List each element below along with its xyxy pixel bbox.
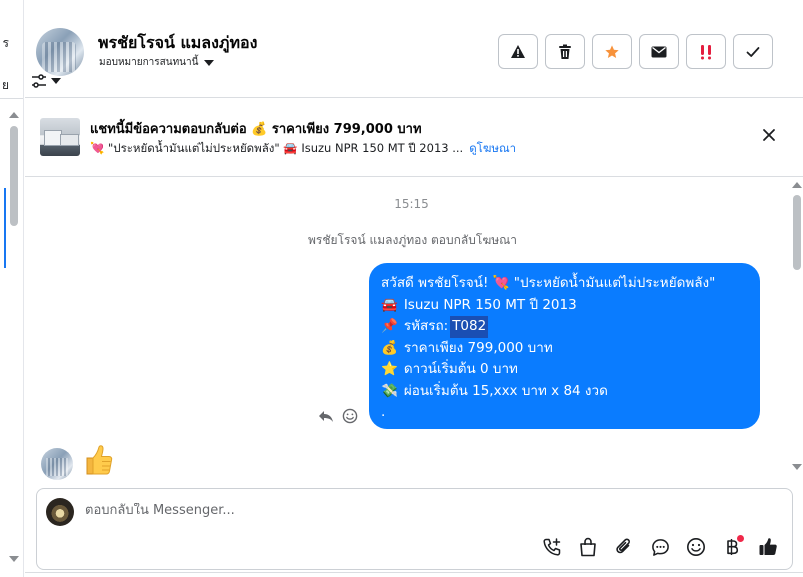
report-spam-button[interactable] [498,34,538,69]
envelope-icon [651,46,667,57]
scroll-down-arrow-icon[interactable] [9,556,19,562]
saved-replies-button[interactable] [648,535,672,559]
divider [25,572,803,573]
delete-button[interactable] [545,34,585,69]
pushpin-icon: 📌 [381,318,398,334]
message-timestamp: 15:15 [394,197,429,211]
react-smiley-icon[interactable] [342,408,358,424]
selected-indicator [4,188,6,268]
money-bag-icon: 💰 [251,122,268,137]
left-scrollbar-thumb[interactable] [10,126,18,226]
follow-up-button[interactable] [686,34,726,69]
double-exclamation-icon [701,44,711,59]
composer-toolbar [540,535,780,559]
chat-scrollbar-thumb[interactable] [793,195,801,270]
message-line: ⭐ ดาวน์เริ่มต้น 0 บาท [381,359,748,381]
assign-label: มอบหมายการสนทนานี้ [99,57,199,68]
call-plus-icon [543,538,561,556]
left-panel-text-fragment: ร [2,36,9,50]
message-thread: 15:15 พรชัยโรจน์ แมลงภู่ทอง ตอบกลับโฆษณา… [25,178,790,480]
mark-done-button[interactable] [733,34,773,69]
message-line: . [381,402,748,424]
reply-icon[interactable] [318,409,334,423]
thumbs-up-icon [759,538,777,555]
send-like-button[interactable] [756,535,780,559]
star-icon [605,44,619,58]
left-panel-text-fragment: ย [1,78,9,92]
payment-button[interactable] [720,535,744,559]
highlighted-code: T082 [450,316,489,338]
money-bag-icon: 💰 [381,339,398,356]
ad-thumbnail[interactable] [40,118,80,156]
outgoing-message-bubble[interactable]: สวัสดี พรชัยโรจน์! 💘 "ประหยัดน้ำมันแต่ไม… [369,263,760,429]
message-composer [36,488,793,570]
ad-reply-banner: แชทนี้มีข้อความตอบกลับต่อ 💰 ราคาเพียง 79… [25,99,803,177]
thumbs-up-icon[interactable] [83,444,113,476]
ad-banner-subtitle: 💘 "ประหยัดน้ำมันแต่ไม่ประหยัดพลัง" 🚘 Isu… [90,140,516,158]
message-actions [318,408,358,424]
close-icon[interactable] [761,127,777,143]
sliders-icon [32,74,46,88]
star-icon: ⭐ [381,361,398,377]
notification-dot [737,535,744,542]
ad-reply-note: พรชัยโรจน์ แมลงภู่ทอง ตอบกลับโฆษณา [307,233,517,247]
message-line: 🚘 Isuzu NPR 150 MT ปี 2013 [381,295,748,317]
conversation-header: พรชัยโรจน์ แมลงภู่ทอง มอบหมายการสนทนานี้ [25,0,803,98]
message-line-text: ดาวน์เริ่มต้น 0 บาท [403,361,518,377]
view-ad-link[interactable]: ดูโฆษณา [469,140,516,158]
message-line-text: . [381,404,386,420]
shop-button[interactable] [576,535,600,559]
message-line-text: Isuzu NPR 150 MT ปี 2013 [403,296,577,313]
message-line-text: ราคาเพียง 799,000 บาท [403,339,553,356]
shopping-bag-icon [580,537,596,557]
message-line-text: ผ่อนเริ่มต้น 15,xxx บาท x 84 งวด [403,382,608,399]
message-line-text: สวัสดี พรชัยโรจน์! 💘 "ประหยัดน้ำมันแต่ไม… [381,275,716,291]
chat-bubble-icon [651,538,669,556]
message-line: 📌 รหัสรถ: T082 [381,316,748,338]
reply-input[interactable] [85,503,685,518]
car-icon: 🚘 [381,296,398,313]
emoji-button[interactable] [684,535,708,559]
assign-conversation-dropdown[interactable]: มอบหมายการสนทนานี้ [99,55,215,70]
scroll-down-arrow-icon[interactable] [792,464,802,470]
left-panel-edge: ร ย [0,0,24,577]
trash-icon [559,44,571,59]
contact-avatar[interactable] [36,28,84,76]
message-line: 💰 ราคาเพียง 799,000 บาท [381,338,748,360]
contact-name[interactable]: พรชัยโรจน์ แมลงภู่ทอง [98,31,257,56]
message-line-text: รหัสรถ: [403,318,449,334]
attach-button[interactable] [612,535,636,559]
contact-avatar-small [41,448,73,480]
header-actions [498,34,773,69]
call-button[interactable] [540,535,564,559]
ad-banner-title: แชทนี้มีข้อความตอบกลับต่อ 💰 ราคาเพียง 79… [90,118,422,139]
warning-icon [511,45,525,58]
ad-title-suffix: ราคาเพียง 799,000 บาท [271,122,422,137]
message-line: สวัสดี พรชัยโรจน์! 💘 "ประหยัดน้ำมันแต่ไม… [381,273,748,295]
ad-subtitle-text: 💘 "ประหยัดน้ำมันแต่ไม่ประหยัดพลัง" 🚘 Isu… [90,141,464,155]
star-button[interactable] [592,34,632,69]
chevron-down-icon [204,59,215,66]
mark-unread-button[interactable] [639,34,679,69]
filter-dropdown[interactable] [31,72,61,90]
chat-scrollbar[interactable] [790,178,803,478]
message-line: 💸 ผ่อนเริ่มต้น 15,xxx บาท x 84 งวด [381,381,748,403]
scroll-up-arrow-icon[interactable] [792,182,802,188]
divider [0,98,23,99]
ad-title-prefix: แชทนี้มีข้อความตอบกลับต่อ [90,122,247,137]
scroll-up-arrow-icon[interactable] [9,112,19,118]
money-wings-icon: 💸 [381,382,398,399]
chevron-down-icon [51,78,61,84]
smiley-icon [687,538,705,556]
paperclip-icon [616,538,630,554]
check-icon [746,46,760,57]
page-avatar [46,498,74,526]
